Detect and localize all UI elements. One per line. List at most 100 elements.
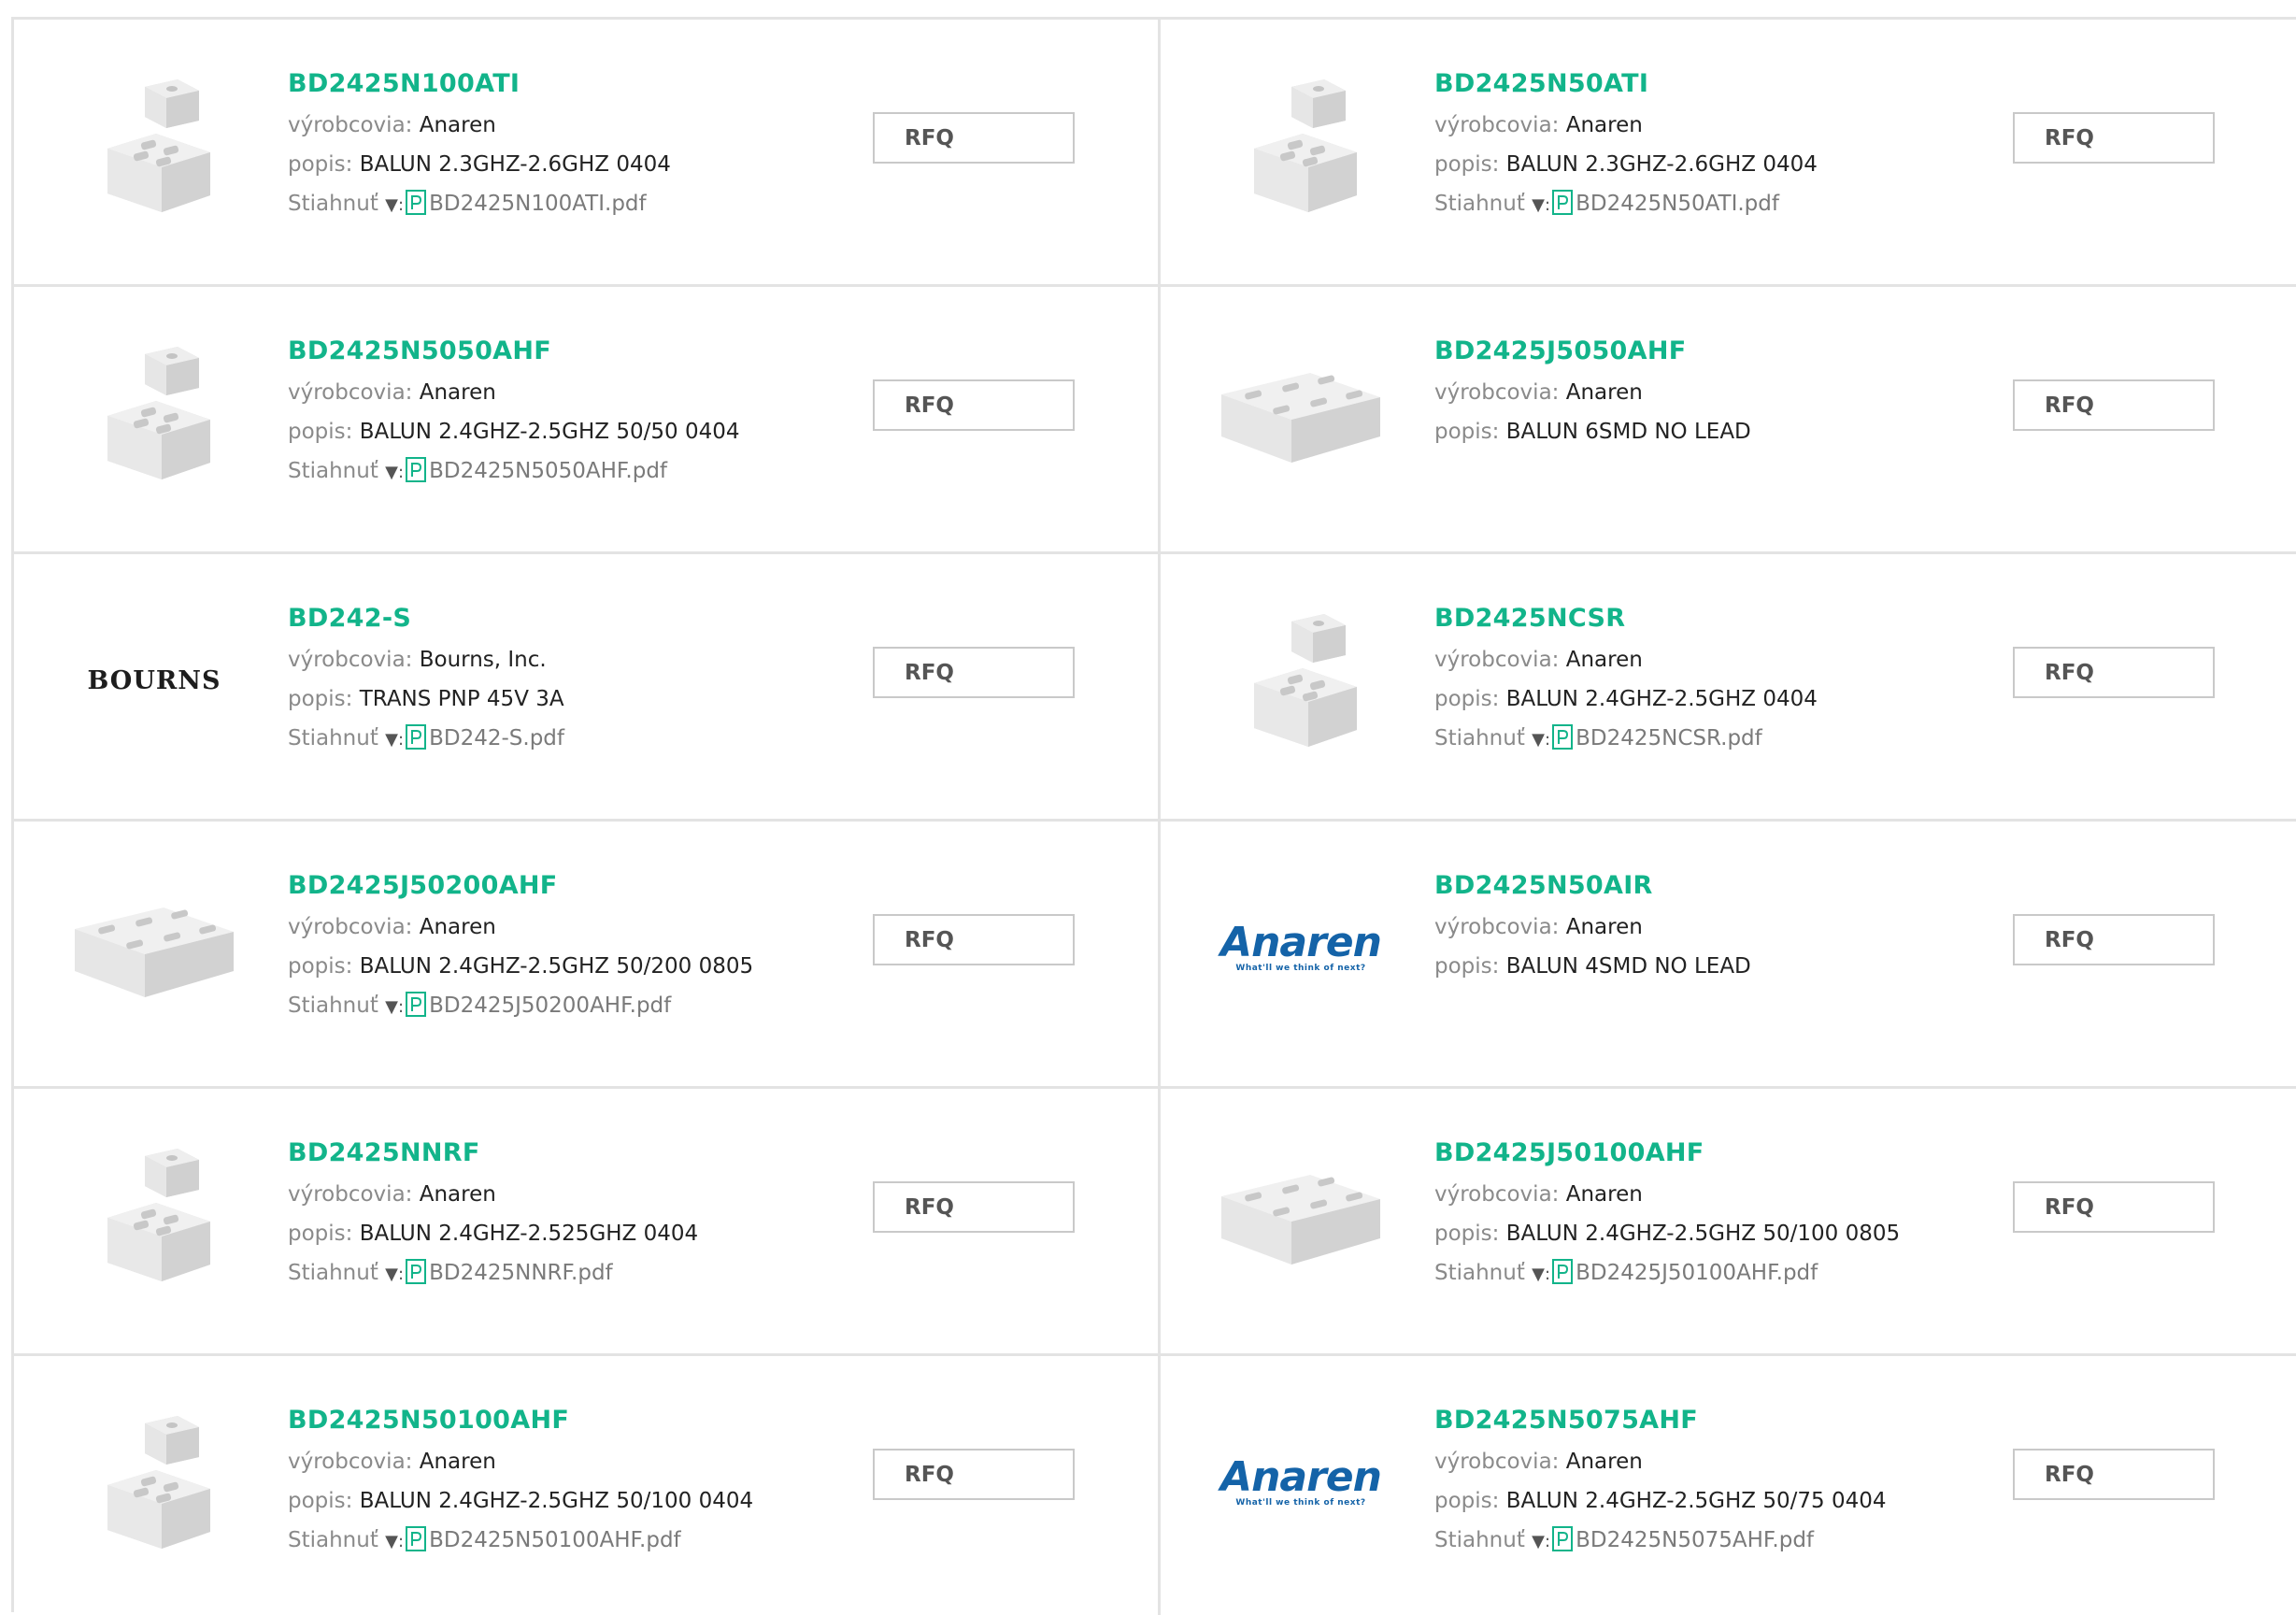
part-number-link[interactable]: BD2425N5050AHF [288,336,740,373]
manufacturer-label: výrobcovia: [1434,1450,1560,1474]
part-number-link[interactable]: BD2425J50200AHF [288,870,753,908]
product-image[interactable] [1207,1140,1394,1290]
description-label: popis: [1434,687,1500,711]
download-label: Stiahnuť [288,1261,378,1285]
datasheet-link[interactable]: BD2425NCSR.pdf [1576,726,1762,750]
description-label: popis: [288,1222,353,1246]
datasheet-link[interactable]: BD242-S.pdf [429,726,564,750]
part-number-link[interactable]: BD2425N50100AHF [288,1405,753,1442]
datasheet-link[interactable]: BD2425N5050AHF.pdf [429,459,667,483]
stacked-chip-icon [89,66,220,225]
description-value: BALUN 2.3GHZ-2.6GHZ 0404 [1505,152,1818,177]
manufacturer-value: Anaren [1565,915,1643,939]
download-arrow: ▼: [385,730,405,750]
stacked-chip-icon [1235,601,1366,760]
manufacturer-label: výrobcovia: [288,1450,413,1474]
part-number-link[interactable]: BD2425N100ATI [288,68,671,106]
download-label: Stiahnuť [288,993,378,1018]
product-image[interactable] [61,873,248,1022]
rfq-button[interactable]: RFQ [873,1181,1075,1233]
product-image[interactable] [61,71,248,221]
flat-chip-icon [61,887,248,1008]
download-row: Stiahnuť ▼: BD2425N50100AHF.pdf [288,1521,753,1560]
part-number-link[interactable]: BD2425N50ATI [1434,68,1818,106]
product-image[interactable] [61,1140,248,1290]
download-row: Stiahnuť ▼: BD2425NCSR.pdf [1434,719,1818,758]
manufacturer-label: výrobcovia: [1434,915,1560,939]
download-label: Stiahnuť [288,459,378,483]
description-value: BALUN 2.4GHZ-2.5GHZ 50/100 0805 [1505,1222,1901,1246]
product-image[interactable] [1207,606,1394,755]
rfq-button[interactable]: RFQ [2013,379,2215,431]
part-number-link[interactable]: BD2425N5075AHF [1434,1405,1887,1442]
rfq-button[interactable]: RFQ [2013,1181,2215,1233]
manufacturer-label: výrobcovia: [288,380,413,405]
rfq-button[interactable]: RFQ [873,379,1075,431]
stacked-chip-icon [1235,66,1366,225]
pdf-icon [1552,1525,1574,1551]
rfq-button[interactable]: RFQ [2013,112,2215,164]
rfq-button[interactable]: RFQ [2013,914,2215,965]
part-number-link[interactable]: BD2425NNRF [288,1137,698,1175]
rfq-button[interactable]: RFQ [873,112,1075,164]
rfq-button[interactable]: RFQ [873,1449,1075,1500]
download-row: Stiahnuť ▼: BD2425N100ATI.pdf [288,184,671,223]
description-label: popis: [288,152,353,177]
download-row: Stiahnuť ▼: BD242-S.pdf [288,719,564,758]
description-label: popis: [1434,152,1500,177]
manufacturer-label: výrobcovia: [1434,380,1560,405]
product-image[interactable]: Anaren What'll we think of next? [1207,873,1394,1022]
product-card: BD2425NCSR výrobcovia: Anaren popis: BAL… [1161,554,2296,822]
manufacturer-label: výrobcovia: [1434,648,1560,672]
description-label: popis: [288,1489,353,1513]
product-image[interactable]: Anaren What'll we think of next? [1207,1408,1394,1557]
download-arrow: ▼: [385,195,405,215]
product-image[interactable] [61,1408,248,1557]
pdf-icon [406,723,427,750]
product-image[interactable]: BOURNS [61,606,248,755]
download-row: Stiahnuť ▼: BD2425J50100AHF.pdf [1434,1253,1900,1293]
datasheet-link[interactable]: BD2425J50200AHF.pdf [429,993,671,1018]
description-value: BALUN 2.4GHZ-2.5GHZ 50/75 0404 [1505,1489,1887,1513]
part-number-link[interactable]: BD2425N50AIR [1434,870,1751,908]
datasheet-link[interactable]: BD2425N5075AHF.pdf [1576,1528,1814,1552]
rfq-button[interactable]: RFQ [873,647,1075,698]
datasheet-link[interactable]: BD2425N100ATI.pdf [429,192,647,216]
manufacturer-value: Anaren [1565,113,1643,137]
pdf-icon [406,456,427,482]
description-label: popis: [1434,1489,1500,1513]
pdf-icon [1552,723,1574,750]
product-image[interactable] [1207,71,1394,221]
stacked-chip-icon [89,1403,220,1562]
product-image[interactable] [1207,338,1394,488]
part-number-link[interactable]: BD2425J5050AHF [1434,336,1751,373]
datasheet-link[interactable]: BD2425N50100AHF.pdf [429,1528,681,1552]
download-row: Stiahnuť ▼: BD2425N5075AHF.pdf [1434,1521,1887,1560]
product-image[interactable] [61,338,248,488]
manufacturer-value: Anaren [1565,648,1643,672]
datasheet-link[interactable]: BD2425NNRF.pdf [429,1261,613,1285]
anaren-tagline: What'll we think of next? [1235,964,1366,973]
manufacturer-value: Anaren [419,1450,496,1474]
datasheet-link[interactable]: BD2425J50100AHF.pdf [1576,1261,1818,1285]
stacked-chip-icon [89,1136,220,1294]
anaren-wordmark: Anaren [1220,919,1382,966]
rfq-button[interactable]: RFQ [2013,647,2215,698]
download-label: Stiahnuť [1434,1261,1525,1285]
description-label: popis: [288,420,353,444]
description-label: popis: [288,954,353,979]
part-number-link[interactable]: BD2425J50100AHF [1434,1137,1900,1175]
download-row: Stiahnuť ▼: BD2425N5050AHF.pdf [288,451,740,491]
manufacturer-value: Anaren [1565,1182,1643,1207]
description-value: TRANS PNP 45V 3A [359,687,564,711]
download-label: Stiahnuť [1434,192,1525,216]
part-number-link[interactable]: BD2425NCSR [1434,603,1818,640]
download-row: Stiahnuť ▼: BD2425N50ATI.pdf [1434,184,1818,223]
rfq-button[interactable]: RFQ [873,914,1075,965]
datasheet-link[interactable]: BD2425N50ATI.pdf [1576,192,1779,216]
description-label: popis: [288,687,353,711]
manufacturer-value: Anaren [1565,380,1643,405]
rfq-button[interactable]: RFQ [2013,1449,2215,1500]
manufacturer-value: Anaren [419,380,496,405]
part-number-link[interactable]: BD242-S [288,603,564,640]
